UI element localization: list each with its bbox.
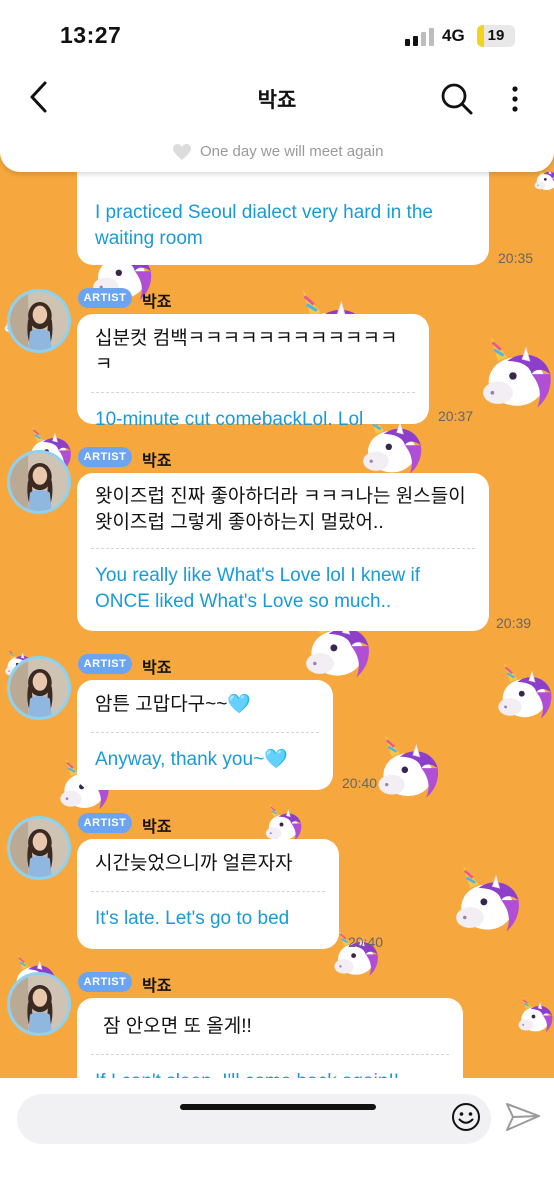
- avatar[interactable]: [7, 450, 71, 514]
- message-translation: If I can't sleep, I'll come back again!!: [77, 1055, 463, 1078]
- notice-text: One day we will meet again: [200, 143, 384, 160]
- message-translation: I practiced Seoul dialect very hard in t…: [95, 202, 433, 249]
- artist-name: 박죠: [142, 453, 172, 470]
- message-time: 20:40: [342, 775, 378, 791]
- message-original: 잠 안오면 또 올게!!: [103, 1016, 252, 1037]
- message-original: 십분컷 컴백ㅋㅋㅋㅋㅋㅋㅋㅋㅋㅋㅋㅋㅋ: [95, 328, 398, 375]
- send-icon[interactable]: [505, 1101, 541, 1133]
- message-original: 암튼 고맙다구~~🩵: [95, 694, 252, 715]
- artist-badge: ARTIST: [78, 288, 132, 308]
- battery-icon: 19: [477, 25, 515, 47]
- artist-name: 박죠: [142, 294, 172, 311]
- battery-level: 19: [487, 27, 505, 44]
- status-time: 13:27: [60, 22, 122, 48]
- message-input[interactable]: [17, 1094, 491, 1144]
- unicorn-sticker: [488, 652, 554, 734]
- message-original: 시간늦었으니까 얼른자자: [95, 853, 293, 874]
- artist-badge: ARTIST: [78, 654, 132, 674]
- message-translation: It's late. Let's go to bed: [95, 908, 290, 929]
- heart-icon: [173, 144, 191, 160]
- message-bubble[interactable]: 시간늦었으니까 얼른자자 It's late. Let's go to bed: [77, 839, 339, 949]
- avatar[interactable]: [7, 972, 71, 1036]
- status-bar: 13:27 4G 19: [0, 0, 554, 62]
- avatar[interactable]: [7, 816, 71, 880]
- unicorn-sticker: [470, 332, 554, 418]
- input-bar: [0, 1078, 554, 1200]
- message-time: 20:40: [348, 934, 384, 950]
- message-time: 20:35: [498, 250, 534, 266]
- chat-header: 박죠: [0, 62, 554, 134]
- message-bubble[interactable]: 잠 안오면 또 올게!! If I can't sleep, I'll come…: [77, 998, 463, 1078]
- search-icon[interactable]: [440, 82, 474, 116]
- notice-banner[interactable]: One day we will meet again: [0, 134, 554, 172]
- signal-icon: [405, 28, 434, 46]
- artist-badge: ARTIST: [78, 972, 132, 992]
- unicorn-sticker: [512, 980, 554, 1052]
- artist-name: 박죠: [142, 978, 172, 995]
- message-bubble[interactable]: 암튼 고맙다구~~🩵 Anyway, thank you~🩵: [77, 680, 333, 790]
- home-indicator: [180, 1104, 376, 1110]
- unicorn-sticker: [530, 172, 554, 196]
- smiley-icon[interactable]: [451, 1102, 481, 1132]
- artist-name: 박죠: [142, 660, 172, 677]
- message-bubble[interactable]: I practiced Seoul dialect very hard in t…: [77, 172, 489, 265]
- message-time: 20:39: [496, 615, 532, 631]
- network-type: 4G: [442, 26, 465, 45]
- unicorn-sticker: [444, 860, 522, 942]
- message-bubble[interactable]: 왓이즈럽 진짜 좋아하더라 ㅋㅋㅋ나는 원스들이 왓이즈럽 그렇게 좋아하는지 …: [77, 473, 489, 631]
- message-time: 20:37: [438, 408, 474, 424]
- chat-area: I practiced Seoul dialect very hard in t…: [0, 172, 554, 1078]
- message-translation: Anyway, thank you~🩵: [95, 749, 288, 770]
- message-translation: You really like What's Love lol I knew i…: [95, 565, 421, 612]
- artist-badge: ARTIST: [78, 813, 132, 833]
- unicorn-sticker: [364, 732, 444, 806]
- message-translation: 10-minute cut comebackLol. Lol: [95, 409, 364, 430]
- artist-badge: ARTIST: [78, 447, 132, 467]
- message-original: 왓이즈럽 진짜 좋아하더라 ㅋㅋㅋ나는 원스들이 왓이즈럽 그렇게 좋아하는지 …: [95, 486, 466, 533]
- artist-name: 박죠: [142, 819, 172, 836]
- message-bubble[interactable]: 십분컷 컴백ㅋㅋㅋㅋㅋㅋㅋㅋㅋㅋㅋㅋㅋ 10-minute cut comeba…: [77, 314, 429, 430]
- avatar[interactable]: [7, 656, 71, 720]
- more-vertical-icon[interactable]: [505, 82, 525, 116]
- avatar[interactable]: [7, 289, 71, 353]
